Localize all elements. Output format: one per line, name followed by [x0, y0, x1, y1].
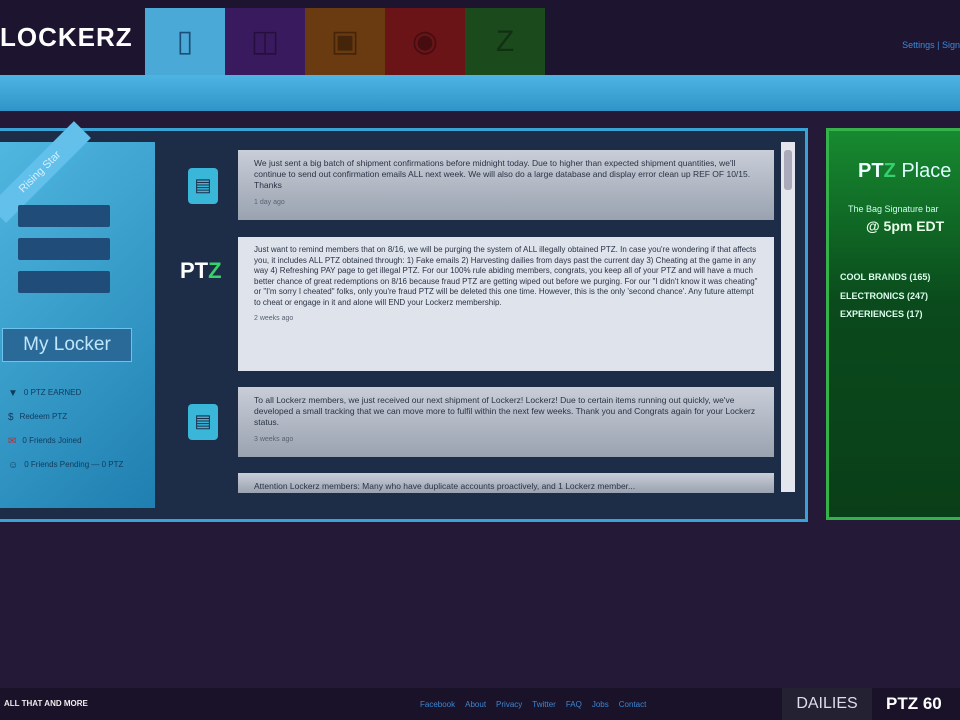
sub-nav-bar: [0, 75, 960, 111]
profile-field-1: [18, 205, 110, 227]
footer-links: Facebook About Privacy Twitter FAQ Jobs …: [420, 700, 646, 709]
dailies-button[interactable]: DAILIES: [782, 688, 872, 720]
footer-link[interactable]: Contact: [619, 700, 647, 709]
ptz-icon: Z: [495, 24, 515, 58]
footer-link[interactable]: About: [465, 700, 486, 709]
friends-icon: ☺: [8, 460, 19, 471]
footer-link[interactable]: Privacy: [496, 700, 522, 709]
tab-locker[interactable]: ▯: [145, 8, 225, 75]
dollar-icon: $: [8, 412, 14, 423]
tab-shop[interactable]: ◫: [225, 8, 305, 75]
trophy-icon: ▼: [8, 388, 18, 399]
ptz-logo: PTZ: [180, 258, 222, 283]
ptz-place-subtitle: The Bag Signature bar: [848, 204, 939, 214]
sidebar-item-pending[interactable]: ☺ 0 Friends Pending — 0 PTZ: [8, 460, 148, 471]
logo[interactable]: LOCKERZ: [0, 22, 133, 53]
lips-icon: ◉: [411, 25, 439, 58]
footer-link[interactable]: Twitter: [532, 700, 556, 709]
announcement-icon: ▤: [188, 404, 218, 440]
ptz-place-title: PTZ Place: [858, 160, 952, 182]
ptz-place-panel[interactable]: [826, 128, 960, 520]
sidebar-item-earned[interactable]: ▼ 0 PTZ EARNED: [8, 388, 148, 399]
footer-link[interactable]: FAQ: [566, 700, 582, 709]
category-link[interactable]: ELECTRONICS (247): [840, 291, 928, 301]
phone-icon: ▯: [176, 25, 194, 58]
feed-scrollbar[interactable]: [781, 142, 795, 492]
invite-icon: ✉: [8, 436, 17, 447]
footer-link[interactable]: Jobs: [592, 700, 609, 709]
feed-post: We just sent a big batch of shipment con…: [238, 150, 774, 220]
tab-lips[interactable]: ◉: [385, 8, 465, 75]
tv-icon: ▣: [330, 25, 360, 58]
profile-field-2: [18, 238, 110, 260]
my-locker-button[interactable]: My Locker: [2, 328, 132, 362]
footer-link[interactable]: Facebook: [420, 700, 455, 709]
tab-tv[interactable]: ▣: [305, 8, 385, 75]
bag-icon: ◫: [250, 25, 280, 58]
category-link[interactable]: COOL BRANDS (165): [840, 272, 930, 282]
feed-post: Attention Lockerz members: Many who have…: [238, 473, 774, 493]
ptz-place-time: @ 5pm EDT: [866, 218, 945, 234]
sidebar-item-redeem[interactable]: $ Redeem PTZ: [8, 412, 148, 423]
account-links[interactable]: Settings | Sign: [902, 40, 960, 50]
tab-ptz[interactable]: Z: [465, 8, 545, 75]
sidebar-item-joined[interactable]: ✉ 0 Friends Joined: [8, 436, 148, 447]
ptz-balance: PTZ 60: [886, 694, 942, 713]
footer-tagline: ALL THAT AND MORE: [4, 699, 88, 708]
feed-post: Just want to remind members that on 8/16…: [238, 237, 774, 371]
announcement-icon: ▤: [188, 168, 218, 204]
category-link[interactable]: EXPERIENCES (17): [840, 309, 923, 319]
profile-field-3: [18, 271, 110, 293]
feed-post: To all Lockerz members, we just received…: [238, 387, 774, 457]
